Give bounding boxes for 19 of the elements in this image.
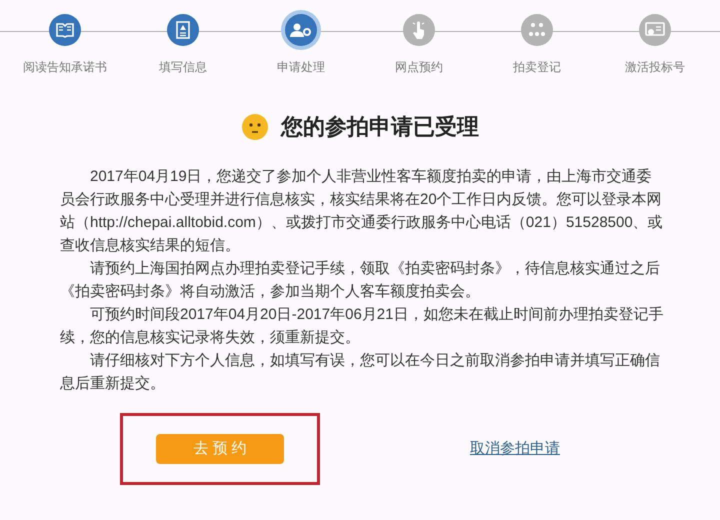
notice-paragraph: 可预约时间段2017年04月20日-2017年06月21日，如您未在截止时间前办理拍卖登记手续，您的信息核实记录将失效，须重新提交。: [60, 305, 664, 348]
id-card-icon: [645, 22, 665, 38]
dots-icon: [528, 22, 546, 38]
book-icon: [56, 22, 74, 38]
step-label[interactable]: 拍卖登记: [513, 58, 561, 76]
step-label[interactable]: 阅读告知承诺书: [23, 58, 107, 76]
document-icon: [176, 21, 190, 39]
step-label[interactable]: 激活投标号: [625, 58, 685, 76]
step-label[interactable]: 申请处理: [277, 58, 325, 76]
notice-paragraph: 请仔细核对下方个人信息，如填写有误，您可以在今日之前取消参拍申请并填写正确信息后重新提交。: [60, 351, 661, 394]
cancel-application-link[interactable]: 取消参拍申请: [470, 438, 560, 460]
pointing-hand-icon: [411, 20, 427, 40]
notice-paragraph: 2017年04月19日，您递交了参加个人非营业性客车额度拍卖的申请，由上海市交通委员会行政服务中心受理并进行信息核实，核实结果将在20个工作日内反馈。您可以登录本网站（http://chepai.alltobid.com）、或拨打市交通委行政服务中心电话（021）51528500、或查收信息核实结果的短信。: [60, 167, 664, 256]
page-title: 您的参拍申请已受理: [281, 113, 479, 141]
step-label[interactable]: 网点预约: [395, 58, 443, 76]
notice-paragraph: 请预约上海国拍网点办理拍卖登记手续，领取《拍卖密码封条》，待信息核实通过之后《拍卖密码封条》将自动激活，参加当期个人客车额度拍卖会。: [60, 259, 661, 302]
neutral-face-icon: [241, 112, 269, 140]
reserve-button[interactable]: 去 预 约: [156, 434, 284, 464]
step-label[interactable]: 填写信息: [159, 58, 207, 76]
